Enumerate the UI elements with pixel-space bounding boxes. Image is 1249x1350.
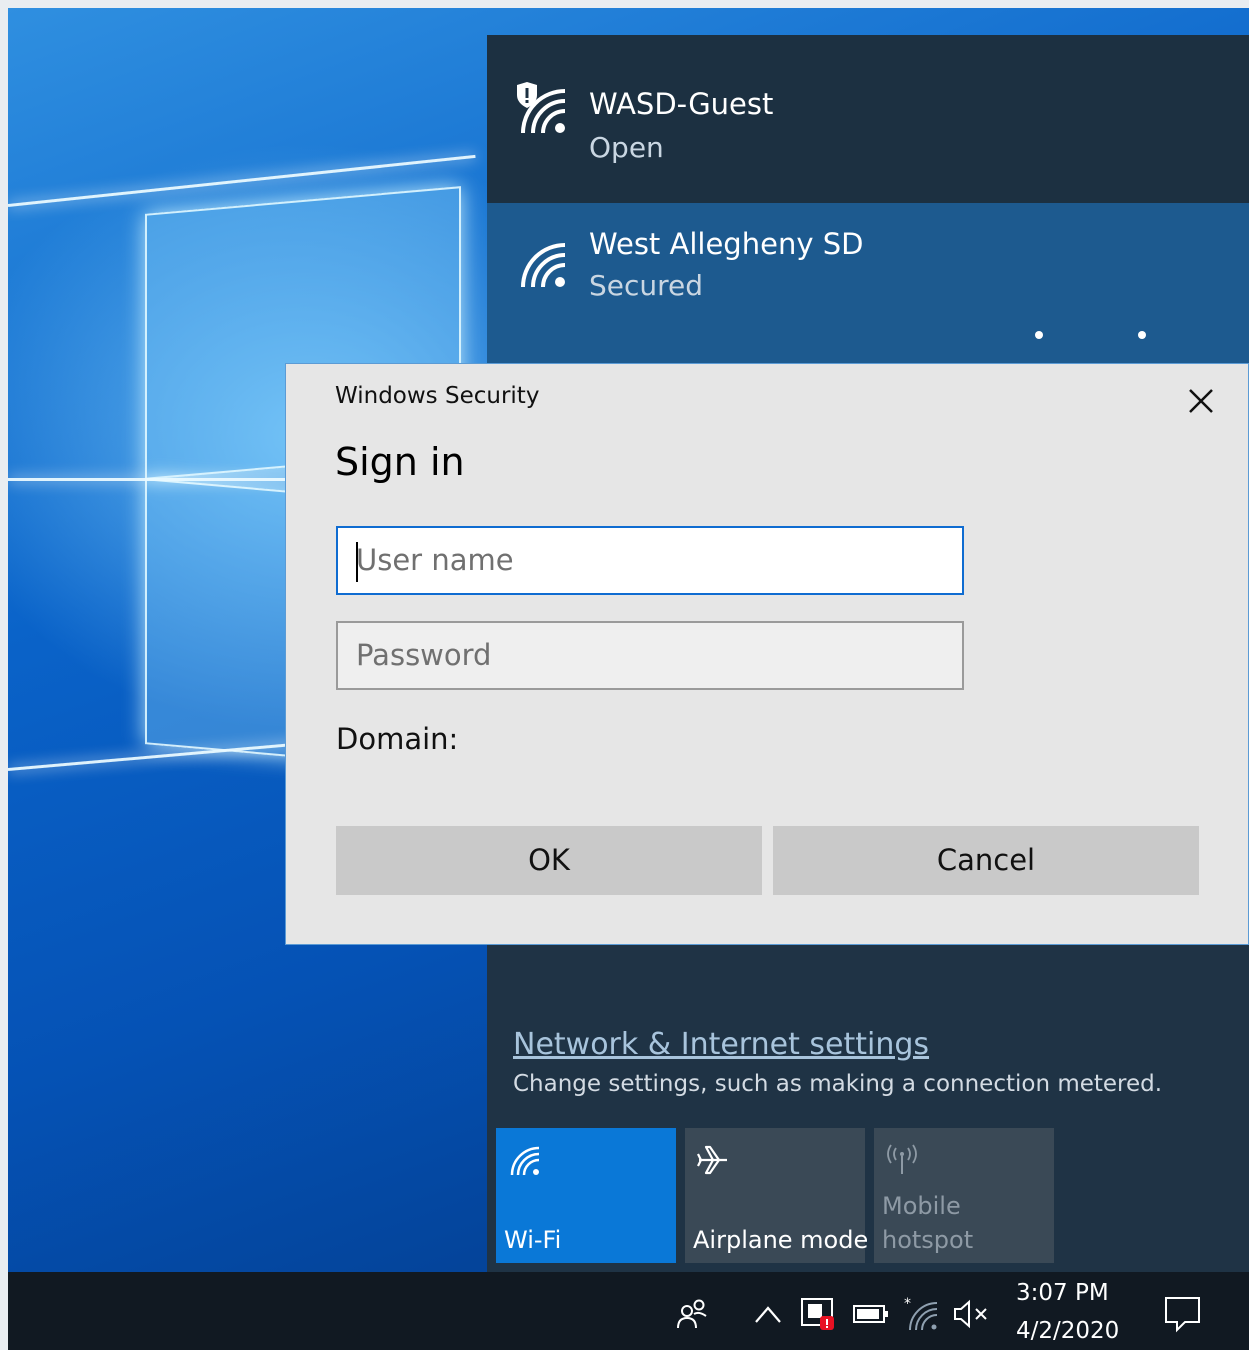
airplane-icon xyxy=(697,1145,727,1175)
svg-text:*: * xyxy=(904,1296,911,1312)
password-dot xyxy=(1035,331,1043,339)
notification-icon[interactable] xyxy=(1163,1294,1203,1334)
quick-action-label: Airplane mode xyxy=(693,1226,869,1254)
security-center-icon[interactable] xyxy=(800,1296,838,1332)
wifi-icon xyxy=(510,1146,540,1176)
network-status: Open xyxy=(589,131,664,164)
username-field[interactable]: User name xyxy=(336,526,964,595)
volume-muted-icon[interactable] xyxy=(952,1298,992,1330)
network-name: West Allegheny SD xyxy=(589,227,864,261)
network-name: WASD-Guest xyxy=(589,87,774,121)
battery-icon[interactable] xyxy=(852,1302,890,1326)
password-field[interactable]: Password xyxy=(336,621,964,690)
close-icon[interactable] xyxy=(1184,384,1218,418)
wifi-icon xyxy=(521,243,566,288)
wifi-icon[interactable]: * xyxy=(902,1296,940,1332)
quick-action-label: Wi-Fi xyxy=(504,1226,562,1254)
quick-action-label: Mobile hotspot xyxy=(882,1192,974,1254)
text-caret xyxy=(356,542,358,582)
ok-button[interactable]: OK xyxy=(336,826,762,895)
network-settings-link[interactable]: Network & Internet settings xyxy=(513,1027,929,1062)
chevron-up-icon[interactable] xyxy=(753,1302,783,1326)
domain-label: Domain: xyxy=(336,722,459,756)
quick-action-wifi[interactable]: Wi-Fi xyxy=(496,1128,676,1263)
people-icon[interactable] xyxy=(674,1296,710,1332)
quick-action-airplane-mode[interactable]: Airplane mode xyxy=(685,1128,869,1263)
password-placeholder: Password xyxy=(356,638,492,672)
dialog-heading: Sign in xyxy=(335,440,465,484)
network-settings-description: Change settings, such as making a connec… xyxy=(513,1071,1163,1097)
password-dot xyxy=(1138,331,1146,339)
hotspot-icon xyxy=(887,1144,917,1174)
dialog-window-title: Windows Security xyxy=(335,383,540,409)
taskbar-clock-date[interactable]: 4/2/2020 xyxy=(1016,1318,1119,1344)
network-status: Secured xyxy=(589,269,704,302)
wifi-shield-icon xyxy=(517,82,566,134)
taskbar-clock-time[interactable]: 3:07 PM xyxy=(1016,1280,1109,1306)
cancel-button[interactable]: Cancel xyxy=(773,826,1199,895)
quick-action-mobile-hotspot[interactable]: Mobile hotspot xyxy=(874,1128,1054,1263)
username-placeholder: User name xyxy=(356,543,514,577)
network-item-wasd-guest[interactable]: WASD-Guest Open xyxy=(487,35,1249,203)
windows-security-dialog: Windows Security Sign in User name Passw… xyxy=(285,363,1249,945)
